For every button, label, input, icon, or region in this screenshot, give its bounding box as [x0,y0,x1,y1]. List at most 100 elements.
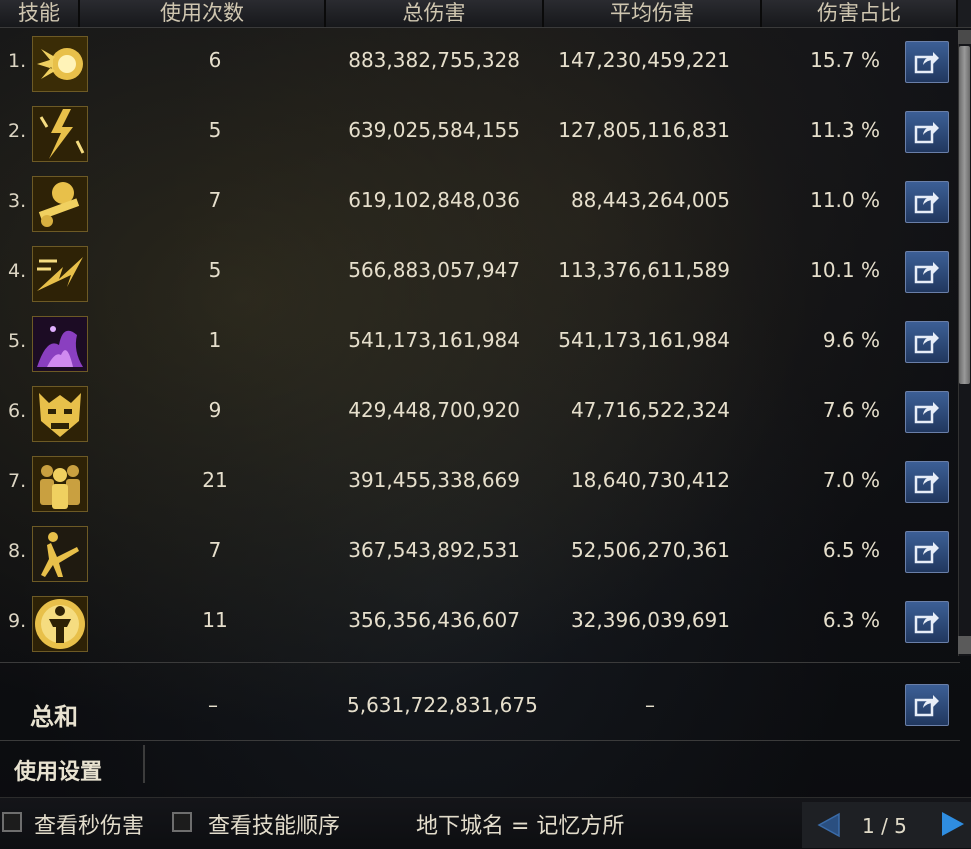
total-damage: 391,455,338,669 [348,468,520,492]
share-icon [914,122,939,144]
row-index: 6. [8,400,27,422]
purple-flame-icon [32,316,88,372]
summary-total-damage: 5,631,722,831,675 [347,693,538,717]
share-button[interactable] [905,181,949,223]
total-damage: 619,102,848,036 [348,188,520,212]
skill-order-label: 查看技能顺序 [208,814,341,839]
average-damage: 47,716,522,324 [570,398,730,422]
table-header: 技能 使用次数 总伤害 平均伤害 伤害占比 [0,0,971,28]
use-count: 1 [208,328,222,352]
damage-percent: 10.1 % [810,258,880,282]
average-damage: 52,506,270,361 [570,538,730,562]
divider [143,745,145,783]
use-count: 7 [208,538,222,562]
table-row: 7. 21 391,455,338,669 18,640,730,412 7.0… [0,448,960,518]
share-icon [914,472,939,494]
total-damage: 639,025,584,155 [348,118,520,142]
damage-percent: 9.6 % [822,328,880,352]
damage-percent: 6.3 % [822,608,880,632]
page-indicator: 1 / 5 [862,814,907,838]
share-icon [914,612,939,634]
header-uses: 使用次数 [80,0,326,27]
table-row: 1. 6 883,382,755,328 147,230,459,221 15.… [0,28,960,98]
damage-percent: 7.6 % [822,398,880,422]
dash-strike-icon [32,246,88,302]
damage-percent: 11.0 % [810,188,880,212]
average-damage: 18,640,730,412 [570,468,730,492]
share-button[interactable] [905,321,949,363]
summary-share-button[interactable] [905,684,949,726]
row-index: 2. [8,120,27,142]
header-damage-ratio: 伤害占比 [762,0,958,27]
next-page-icon[interactable] [938,810,966,838]
row-index: 1. [8,50,27,72]
cannon-shot-icon [32,176,88,232]
table-row: 2. 5 639,025,584,155 127,805,116,831 11.… [0,98,960,168]
per-second-checkbox[interactable] [2,812,22,832]
header-total-damage: 总伤害 [326,0,544,27]
share-button[interactable] [905,461,949,503]
use-count: 5 [208,258,222,282]
table-row: 8. 7 367,543,892,531 52,506,270,361 6.5 … [0,518,960,588]
total-damage: 883,382,755,328 [348,48,520,72]
total-damage: 566,883,057,947 [348,258,520,282]
header-avg-damage: 平均伤害 [544,0,762,27]
divider [0,662,960,663]
average-damage: 32,396,039,691 [570,608,730,632]
power-aura-icon [32,596,88,652]
average-damage: 127,805,116,831 [558,118,730,142]
total-damage: 429,448,700,920 [348,398,520,422]
prev-page-icon[interactable] [815,812,843,838]
dungeon-name: 地下城名 = 记忆方所 [416,814,625,839]
row-index: 7. [8,470,27,492]
share-button[interactable] [905,251,949,293]
row-index: 4. [8,260,27,282]
use-count: 11 [202,608,228,632]
share-button[interactable] [905,601,949,643]
damage-percent: 15.7 % [810,48,880,72]
damage-percent: 7.0 % [822,468,880,492]
scroll-down-arrow[interactable] [958,636,971,654]
total-damage: 541,173,161,984 [348,328,520,352]
share-icon [914,192,939,214]
divider [0,740,960,741]
share-button[interactable] [905,391,949,433]
lightning-strike-icon [32,106,88,162]
table-row: 9. 11 356,356,436,607 32,396,039,691 6.3… [0,588,960,658]
row-index: 9. [8,610,27,632]
share-button[interactable] [905,531,949,573]
skill-order-checkbox[interactable] [172,812,192,832]
scroll-up-arrow[interactable] [958,30,971,44]
use-count: 21 [202,468,228,492]
clone-figures-icon [32,456,88,512]
average-damage: 88,443,264,005 [570,188,730,212]
damage-stats-panel: { "header": { "skill": "技能", "uses": "使用… [0,0,971,849]
table-row: 6. 9 429,448,700,920 47,716,522,324 7.6 … [0,378,960,448]
share-button[interactable] [905,41,949,83]
burst-icon [32,36,88,92]
share-icon [914,695,939,717]
use-count: 7 [208,188,222,212]
damage-percent: 6.5 % [822,538,880,562]
summary-uses: – [208,693,218,717]
use-count: 6 [208,48,222,72]
table-row: 4. 5 566,883,057,947 113,376,611,589 10.… [0,238,960,308]
average-damage: 541,173,161,984 [558,328,730,352]
table-row: 5. 1 541,173,161,984 541,173,161,984 9.6… [0,308,960,378]
demon-mask-icon [32,386,88,442]
table-row: 3. 7 619,102,848,036 88,443,264,005 11.0… [0,168,960,238]
row-index: 8. [8,540,27,562]
total-damage: 367,543,892,531 [348,538,520,562]
average-damage: 113,376,611,589 [558,258,730,282]
summary-label: 总和 [30,703,78,731]
share-icon [914,52,939,74]
summary-avg-damage: – [645,693,655,717]
use-count: 5 [208,118,222,142]
settings-button[interactable]: 使用设置 [14,754,102,786]
share-button[interactable] [905,111,949,153]
share-icon [914,332,939,354]
scrollbar-thumb[interactable] [959,46,970,384]
total-damage: 356,356,436,607 [348,608,520,632]
share-icon [914,262,939,284]
damage-percent: 11.3 % [810,118,880,142]
